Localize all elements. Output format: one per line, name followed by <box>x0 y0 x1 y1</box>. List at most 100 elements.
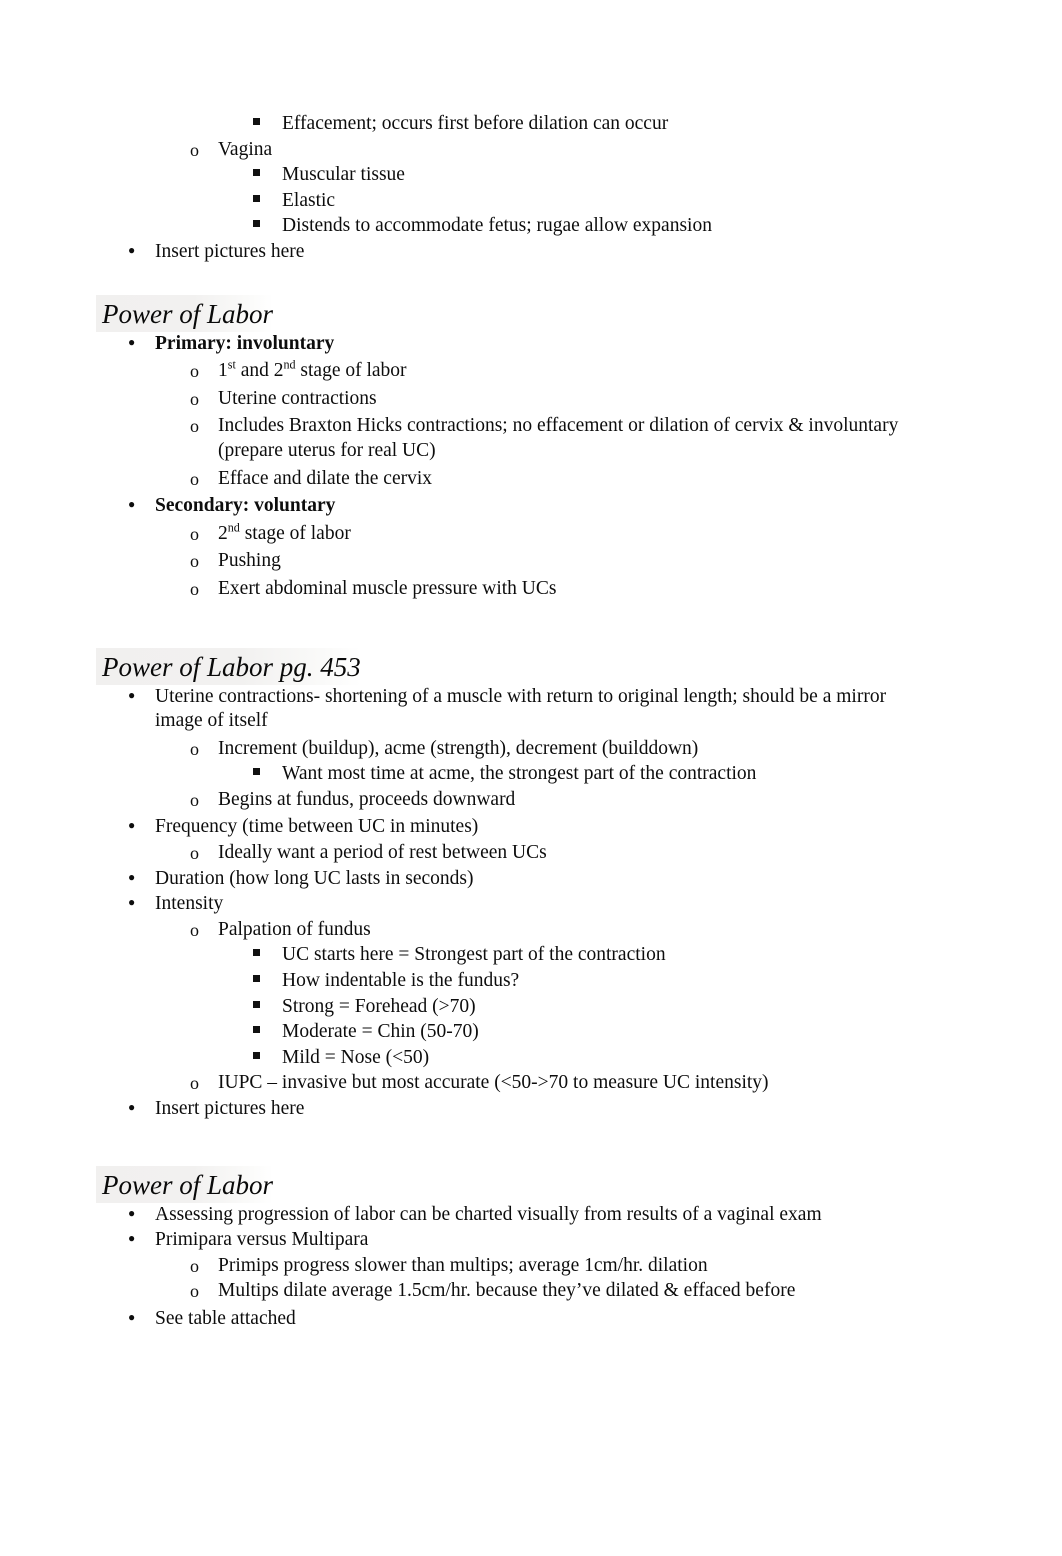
list-item: 2nd stage of labor <box>190 521 936 547</box>
square-bullet-icon <box>252 969 280 994</box>
list-item-label: Uterine contractions- shortening of a mu… <box>155 685 887 732</box>
list-item: Distends to accommodate fetus; rugae all… <box>252 214 936 239</box>
list-item: Want most time at acme, the strongest pa… <box>252 762 936 787</box>
square-bullet-icon <box>252 995 280 1020</box>
list-item-label: Exert abdominal muscle pressure with UCs <box>218 577 557 599</box>
round-bullet-icon <box>128 240 156 265</box>
list-item-label: Insert pictures here <box>155 240 305 262</box>
circle-letter-bullet-icon <box>190 1071 218 1096</box>
list-item-label: Efface and dilate the cervix <box>218 467 433 489</box>
list-item: Assessing progression of labor can be ch… <box>128 1203 936 1228</box>
circle-letter-bullet-icon <box>190 414 218 439</box>
circle-letter-bullet-icon <box>190 737 218 762</box>
circle-letter-bullet-icon <box>190 522 218 547</box>
list-item-label: Frequency (time between UC in minutes) <box>155 816 479 838</box>
section-heading-wrapper: Power of Labor pg. 453 <box>96 647 936 685</box>
circle-letter-bullet-icon <box>190 577 218 602</box>
list-item-label: 1st and 2nd stage of labor <box>218 357 407 382</box>
list-item-label: Primary: involuntary <box>155 332 335 354</box>
list-item: Begins at fundus, proceeds downward <box>190 788 936 813</box>
list-item: Uterine contractions- shortening of a mu… <box>128 685 936 734</box>
section-heading-wrapper: Power of Labor <box>96 294 936 332</box>
list-item: Muscular tissue <box>252 163 936 188</box>
section-heading-wrapper: Power of Labor <box>96 1165 936 1203</box>
list-item-label: Increment (buildup), acme (strength), de… <box>218 737 699 759</box>
round-bullet-icon <box>128 685 156 710</box>
list-item: Intensity <box>128 892 936 917</box>
round-bullet-icon <box>128 1203 156 1228</box>
document-page: Effacement; occurs first before dilation… <box>0 0 1062 1556</box>
list-item: Insert pictures here <box>128 1097 936 1122</box>
list-item-label: Uterine contractions <box>218 387 377 409</box>
list-item-label: Insert pictures here <box>155 1098 305 1119</box>
list-item-label: Assessing progression of labor can be ch… <box>155 1203 822 1225</box>
list-item: Frequency (time between UC in minutes) <box>128 815 936 840</box>
list-item-label: Elastic <box>282 189 336 211</box>
list-item: Primipara versus Multipara <box>128 1228 936 1253</box>
list-item-label: Distends to accommodate fetus; rugae all… <box>282 215 712 237</box>
circle-letter-bullet-icon <box>190 359 218 384</box>
list-item-label: Effacement; occurs first before dilation… <box>282 113 669 134</box>
list-item: Secondary: voluntary <box>128 494 936 519</box>
round-bullet-icon <box>128 892 156 917</box>
list-item-label: Vagina <box>218 138 273 160</box>
list-item: Mild = Nose (<50) <box>252 1046 936 1071</box>
list-block-top: Effacement; occurs first before dilation… <box>96 112 936 265</box>
list-item-label: Pushing <box>218 550 281 572</box>
square-bullet-icon <box>252 214 280 239</box>
list-item: Moderate = Chin (50-70) <box>252 1020 936 1045</box>
list-item-label: Primips progress slower than multips; av… <box>218 1254 708 1276</box>
list-block-section1: Primary: involuntary 1st and 2nd stage o… <box>96 332 936 602</box>
round-bullet-icon <box>128 867 156 892</box>
list-item-label: Palpation of fundus <box>218 918 371 940</box>
list-item: Exert abdominal muscle pressure with UCs <box>190 577 936 602</box>
circle-letter-bullet-icon <box>190 918 218 943</box>
square-bullet-icon <box>252 112 280 137</box>
round-bullet-icon <box>128 815 156 840</box>
list-item: Increment (buildup), acme (strength), de… <box>190 737 936 762</box>
section-heading-power-of-labor: Power of Labor <box>96 294 274 332</box>
list-item-label: UC starts here = Strongest part of the c… <box>282 944 666 966</box>
square-bullet-icon <box>252 189 280 214</box>
circle-letter-bullet-icon <box>190 387 218 412</box>
circle-letter-bullet-icon <box>190 467 218 492</box>
circle-letter-bullet-icon <box>190 1254 218 1279</box>
list-item: How indentable is the fundus? <box>252 969 936 994</box>
list-item-label: Multips dilate average 1.5cm/hr. because… <box>218 1280 796 1302</box>
list-item-label: Secondary: voluntary <box>155 495 336 517</box>
list-item: Elastic <box>252 189 936 214</box>
list-item-label: Mild = Nose (<50) <box>282 1046 430 1068</box>
round-bullet-icon <box>128 1228 156 1253</box>
list-item-label: Muscular tissue <box>282 164 405 186</box>
round-bullet-icon <box>128 1097 156 1122</box>
list-item: Effacement; occurs first before dilation… <box>252 112 936 137</box>
list-item: Efface and dilate the cervix <box>190 467 936 492</box>
square-bullet-icon <box>252 943 280 968</box>
list-item-label: Primipara versus Multipara <box>155 1229 369 1251</box>
list-item: IUPC – invasive but most accurate (<50->… <box>190 1071 936 1096</box>
list-item: See table attached <box>128 1307 936 1332</box>
circle-letter-bullet-icon <box>190 841 218 866</box>
list-item: Includes Braxton Hicks contractions; no … <box>190 414 936 463</box>
round-bullet-icon <box>128 494 156 519</box>
section-heading-power-of-labor-pg-453: Power of Labor pg. 453 <box>96 647 361 685</box>
list-item: Duration (how long UC lasts in seconds) <box>128 867 936 892</box>
list-block-section2: Uterine contractions- shortening of a mu… <box>96 685 936 1122</box>
list-item-label: See table attached <box>155 1307 296 1329</box>
list-item: Primary: involuntary <box>128 332 936 357</box>
list-item: Multips dilate average 1.5cm/hr. because… <box>190 1279 936 1304</box>
document-body: Effacement; occurs first before dilation… <box>96 112 936 1332</box>
list-item: Uterine contractions <box>190 387 936 412</box>
list-item-label: Includes Braxton Hicks contractions; no … <box>218 415 899 461</box>
circle-letter-bullet-icon <box>190 138 218 163</box>
square-bullet-icon <box>252 163 280 188</box>
list-item-label: Intensity <box>155 893 224 915</box>
list-item: Insert pictures here <box>128 240 936 265</box>
list-item: Strong = Forehead (>70) <box>252 995 936 1020</box>
list-item-label: Moderate = Chin (50-70) <box>282 1021 479 1043</box>
list-block-section3: Assessing progression of labor can be ch… <box>96 1203 936 1332</box>
list-item: UC starts here = Strongest part of the c… <box>252 943 936 968</box>
circle-letter-bullet-icon <box>190 1279 218 1304</box>
